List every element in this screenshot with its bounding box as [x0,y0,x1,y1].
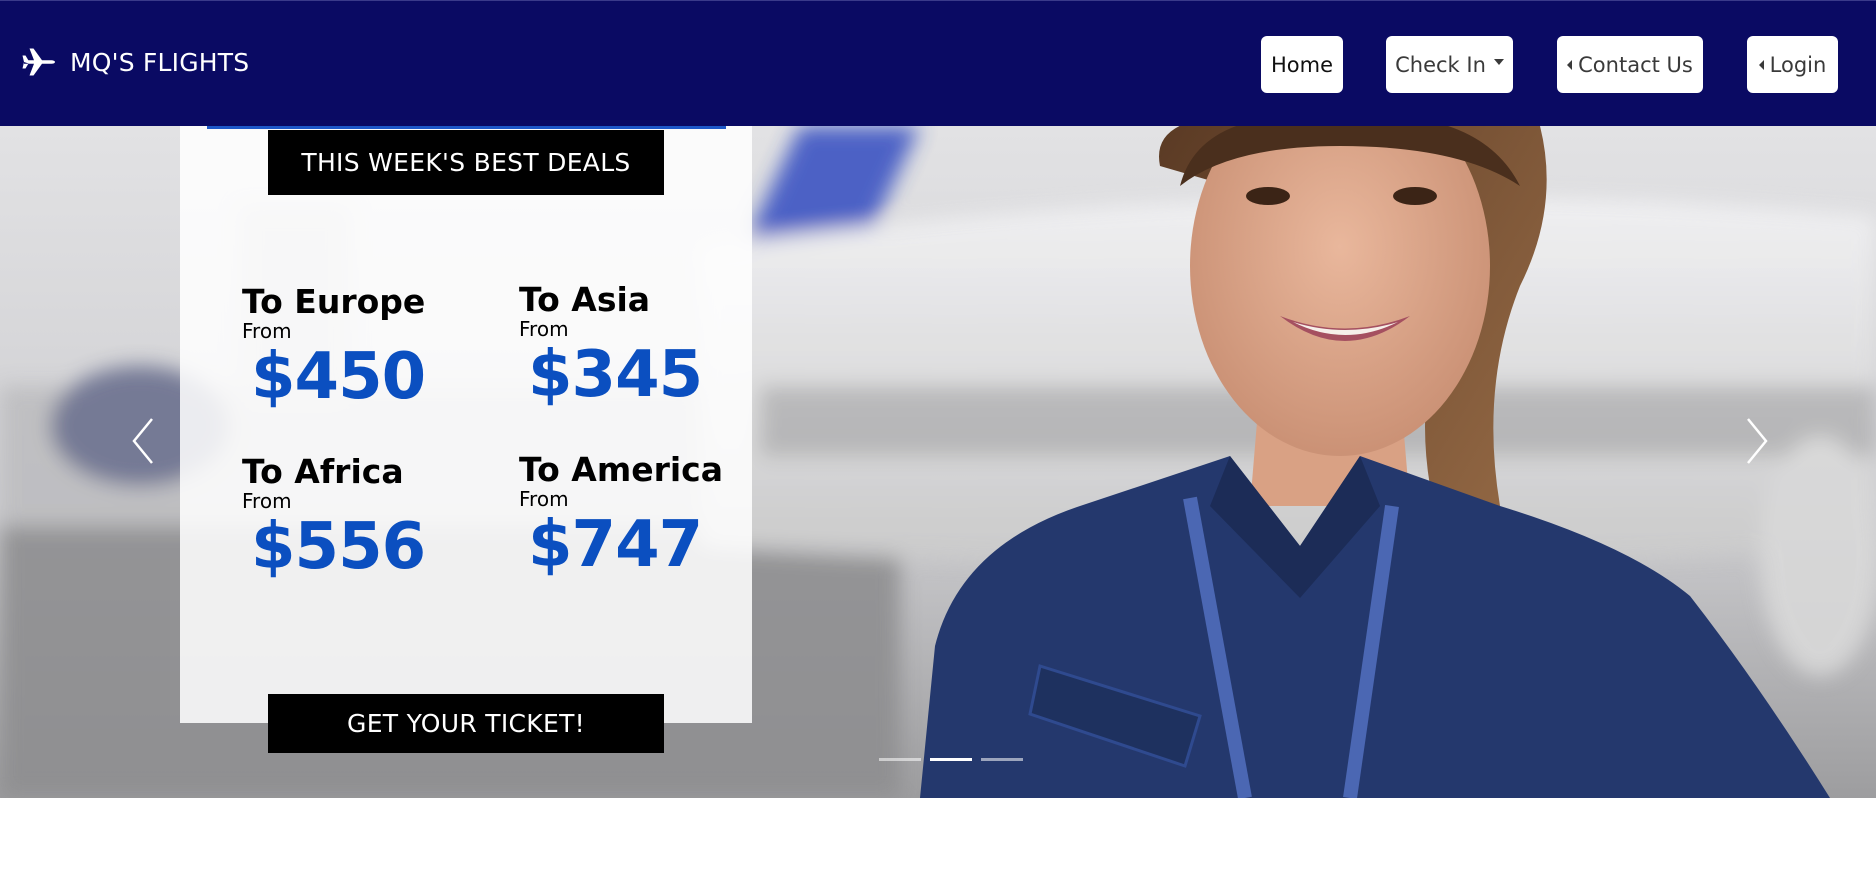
deal-price: $450 [251,340,426,414]
nav-login-label: Login [1769,52,1827,77]
deals-heading: THIS WEEK'S BEST DEALS [268,130,664,195]
deal-from-label: From [242,489,292,513]
airplane-icon [22,47,56,77]
caret-left-icon [1567,59,1573,70]
carousel-indicator[interactable] [981,758,1023,761]
nav-login-button[interactable]: Login [1747,36,1838,93]
get-ticket-button[interactable]: GET YOUR TICKET! [268,694,664,753]
deal-price: $556 [251,510,426,584]
carousel-next-control[interactable] [1738,411,1778,471]
nav-check-in-label: Check In [1395,52,1486,77]
deals-accent-line [207,126,726,129]
deal-destination: To America [519,450,724,489]
nav-check-in-dropdown[interactable]: Check In [1386,36,1513,93]
deal-from-label: From [242,319,292,343]
carousel-indicators [879,758,1023,761]
nav-contact-us-label: Contact Us [1578,52,1693,77]
deal-destination: To Europe [242,282,426,321]
navbar: MQ'S FLIGHTS Home Check In Contact Us Lo… [0,0,1876,126]
deal-from-label: From [519,317,569,341]
nav-home-label: Home [1270,52,1333,77]
carousel-indicator-active[interactable] [930,758,972,761]
deal-destination: To Asia [519,280,651,319]
chevron-right-icon [1747,418,1768,464]
caret-down-icon [1493,58,1504,65]
deal-destination: To Africa [242,452,404,491]
deal-africa: To Africa From $556 [242,452,426,584]
carousel-indicator[interactable] [879,758,921,761]
deal-from-label: From [519,487,569,511]
nav-home-button[interactable]: Home [1261,36,1343,93]
deal-europe: To Europe From $450 [242,282,426,414]
deal-asia: To Asia From $345 [519,280,703,412]
carousel-prev-control[interactable] [122,411,162,471]
nav-contact-us-button[interactable]: Contact Us [1557,36,1703,93]
caret-left-icon [1758,59,1764,70]
deal-price: $345 [528,338,703,412]
brand[interactable]: MQ'S FLIGHTS [22,47,249,77]
chevron-left-icon [132,418,153,464]
brand-name: MQ'S FLIGHTS [70,47,250,77]
deal-price: $747 [528,508,703,582]
deal-america: To America From $747 [519,450,724,582]
deals-card [180,126,752,723]
hero-carousel: THIS WEEK'S BEST DEALS To Europe From $4… [0,126,1876,798]
